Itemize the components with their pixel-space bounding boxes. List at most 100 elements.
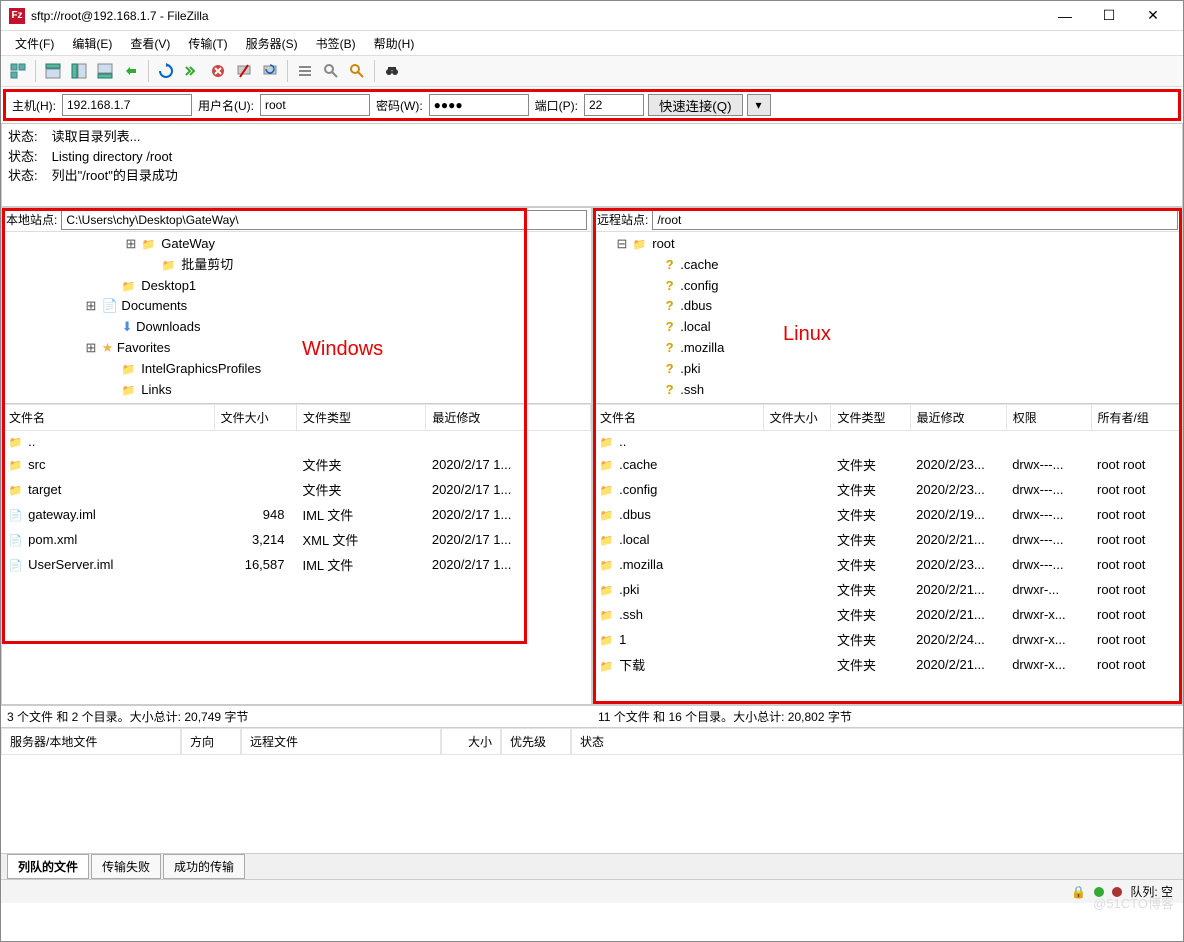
local-col-header[interactable]: 文件类型	[296, 405, 425, 431]
binoculars-icon[interactable]	[380, 59, 404, 83]
local-status: 3 个文件 和 2 个目录。大小总计: 20,749 字节	[1, 705, 592, 727]
remote-status: 11 个文件 和 16 个目录。大小总计: 20,802 字节	[592, 705, 1183, 727]
table-row[interactable]: .dbus文件夹2020/2/19...drwx---...root root	[594, 502, 1182, 527]
password-input[interactable]	[429, 94, 529, 116]
log-label: 状态:	[8, 147, 48, 167]
quickconnect-dropdown[interactable]: ▾	[747, 94, 771, 116]
table-row[interactable]: src文件夹2020/2/17 1...	[3, 452, 591, 477]
menu-help[interactable]: 帮助(H)	[366, 33, 423, 54]
toggle-tree-icon[interactable]	[67, 59, 91, 83]
port-input[interactable]	[584, 94, 644, 116]
tab-failed-transfers[interactable]: 传输失败	[91, 854, 161, 879]
table-row[interactable]: ..	[3, 431, 591, 453]
search-icon[interactable]	[345, 59, 369, 83]
queue-col-remotefile[interactable]: 远程文件	[241, 728, 441, 755]
lock-icon: 🔒	[1071, 885, 1086, 899]
queue-col-serverfile[interactable]: 服务器/本地文件	[1, 728, 181, 755]
remote-tree[interactable]: ⊟ root ? .cache ? .config ? .dbus ? .loc…	[593, 232, 1182, 404]
tree-node[interactable]: ? .mozilla	[595, 338, 1180, 359]
username-input[interactable]	[260, 94, 370, 116]
tree-node[interactable]: ⬇ Downloads	[4, 317, 589, 338]
table-row[interactable]: .pki文件夹2020/2/21...drwxr-...root root	[594, 577, 1182, 602]
table-row[interactable]: 下载文件夹2020/2/21...drwxr-x...root root	[594, 652, 1182, 677]
table-row[interactable]: .ssh文件夹2020/2/21...drwxr-x...root root	[594, 602, 1182, 627]
local-path-input[interactable]	[61, 210, 587, 230]
tree-node[interactable]: ? .pki	[595, 359, 1180, 380]
remote-col-header[interactable]: 文件大小	[763, 405, 831, 431]
local-file-list[interactable]: 文件名文件大小文件类型最近修改 .. src文件夹2020/2/17 1... …	[2, 404, 591, 704]
bottom-statusbar: 🔒 队列: 空	[1, 879, 1183, 903]
table-row[interactable]: 1文件夹2020/2/24...drwxr-x...root root	[594, 627, 1182, 652]
queue-body[interactable]	[1, 755, 1183, 853]
quickconnect-button[interactable]: 快速连接(Q)	[648, 94, 743, 116]
remote-col-header[interactable]: 所有者/组	[1091, 405, 1182, 431]
tree-node[interactable]: ? .config	[595, 276, 1180, 297]
reconnect-icon[interactable]	[258, 59, 282, 83]
local-col-header[interactable]: 文件名	[3, 405, 215, 431]
queue-col-direction[interactable]: 方向	[181, 728, 241, 755]
remote-path-input[interactable]	[652, 210, 1178, 230]
disconnect-icon[interactable]	[232, 59, 256, 83]
table-row[interactable]: .cache文件夹2020/2/23...drwx---...root root	[594, 452, 1182, 477]
menubar: 文件(F) 编辑(E) 查看(V) 传输(T) 服务器(S) 书签(B) 帮助(…	[1, 31, 1183, 55]
tab-successful-transfers[interactable]: 成功的传输	[163, 854, 245, 879]
queue-col-priority[interactable]: 优先级	[501, 728, 571, 755]
menu-view[interactable]: 查看(V)	[122, 33, 178, 54]
titlebar: Fz sftp://root@192.168.1.7 - FileZilla —…	[1, 1, 1183, 31]
table-row[interactable]: target文件夹2020/2/17 1...	[3, 477, 591, 502]
tree-node[interactable]: ? .ssh	[595, 380, 1180, 401]
remote-panel: Linux 远程站点: ⊟ root ? .cache ? .config ? …	[592, 207, 1183, 705]
toggle-log-icon[interactable]	[41, 59, 65, 83]
table-row[interactable]: .mozilla文件夹2020/2/23...drwx---...root ro…	[594, 552, 1182, 577]
log-pane[interactable]: 状态: 读取目录列表... 状态: Listing directory /roo…	[1, 123, 1183, 207]
queue-header: 服务器/本地文件 方向 远程文件 大小 优先级 状态	[1, 728, 1183, 755]
table-row[interactable]: pom.xml3,214XML 文件2020/2/17 1...	[3, 527, 591, 552]
local-col-header[interactable]: 最近修改	[426, 405, 591, 431]
remote-col-header[interactable]: 文件类型	[831, 405, 910, 431]
remote-col-header[interactable]: 权限	[1006, 405, 1091, 431]
cancel-icon[interactable]	[206, 59, 230, 83]
local-col-header[interactable]: 文件大小	[214, 405, 296, 431]
log-text: Listing directory /root	[52, 149, 173, 164]
menu-transfer[interactable]: 传输(T)	[180, 33, 235, 54]
filter-icon[interactable]	[293, 59, 317, 83]
table-row[interactable]: .config文件夹2020/2/23...drwx---...root roo…	[594, 477, 1182, 502]
maximize-button[interactable]: ☐	[1087, 1, 1131, 31]
tree-node[interactable]: ? .cache	[595, 255, 1180, 276]
compare-icon[interactable]	[319, 59, 343, 83]
remote-file-list[interactable]: 文件名文件大小文件类型最近修改权限所有者/组 .. .cache文件夹2020/…	[593, 404, 1182, 704]
menu-file[interactable]: 文件(F)	[7, 33, 62, 54]
tree-node[interactable]: ? .dbus	[595, 296, 1180, 317]
remote-col-header[interactable]: 文件名	[594, 405, 764, 431]
tree-node[interactable]: Desktop1	[4, 276, 589, 297]
tree-node[interactable]: IntelGraphicsProfiles	[4, 359, 589, 380]
table-row[interactable]: gateway.iml948IML 文件2020/2/17 1...	[3, 502, 591, 527]
menu-server[interactable]: 服务器(S)	[238, 33, 306, 54]
tree-node[interactable]: Links	[4, 380, 589, 401]
toggle-queue-icon[interactable]	[93, 59, 117, 83]
tree-node[interactable]: ⊟ root	[595, 234, 1180, 255]
local-tree[interactable]: ⊞ GateWay 批量剪切 Desktop1⊞ 📄 Documents ⬇ D…	[2, 232, 591, 404]
queue-col-status[interactable]: 状态	[571, 728, 1183, 755]
queue-col-size[interactable]: 大小	[441, 728, 501, 755]
host-input[interactable]	[62, 94, 192, 116]
tree-node[interactable]: ⊞ 📄 Documents	[4, 296, 589, 317]
tab-queued-files[interactable]: 列队的文件	[7, 854, 89, 879]
menu-bookmark[interactable]: 书签(B)	[308, 33, 364, 54]
process-queue-icon[interactable]	[180, 59, 204, 83]
table-row[interactable]: UserServer.iml16,587IML 文件2020/2/17 1...	[3, 552, 591, 577]
tree-node[interactable]: 批量剪切	[4, 255, 589, 276]
tree-node[interactable]: ⊞ GateWay	[4, 234, 589, 255]
menu-edit[interactable]: 编辑(E)	[64, 33, 120, 54]
remote-col-header[interactable]: 最近修改	[910, 405, 1006, 431]
table-row[interactable]: ..	[594, 431, 1182, 453]
close-button[interactable]: ✕	[1131, 1, 1175, 31]
sync-browse-icon[interactable]	[119, 59, 143, 83]
sitemanager-icon[interactable]	[6, 59, 30, 83]
tree-node[interactable]: ? .local	[595, 317, 1180, 338]
minimize-button[interactable]: —	[1043, 1, 1087, 31]
table-row[interactable]: .local文件夹2020/2/21...drwx---...root root	[594, 527, 1182, 552]
refresh-icon[interactable]	[154, 59, 178, 83]
log-label: 状态:	[8, 127, 48, 147]
tree-node[interactable]: ⊞ ★ Favorites	[4, 338, 589, 359]
